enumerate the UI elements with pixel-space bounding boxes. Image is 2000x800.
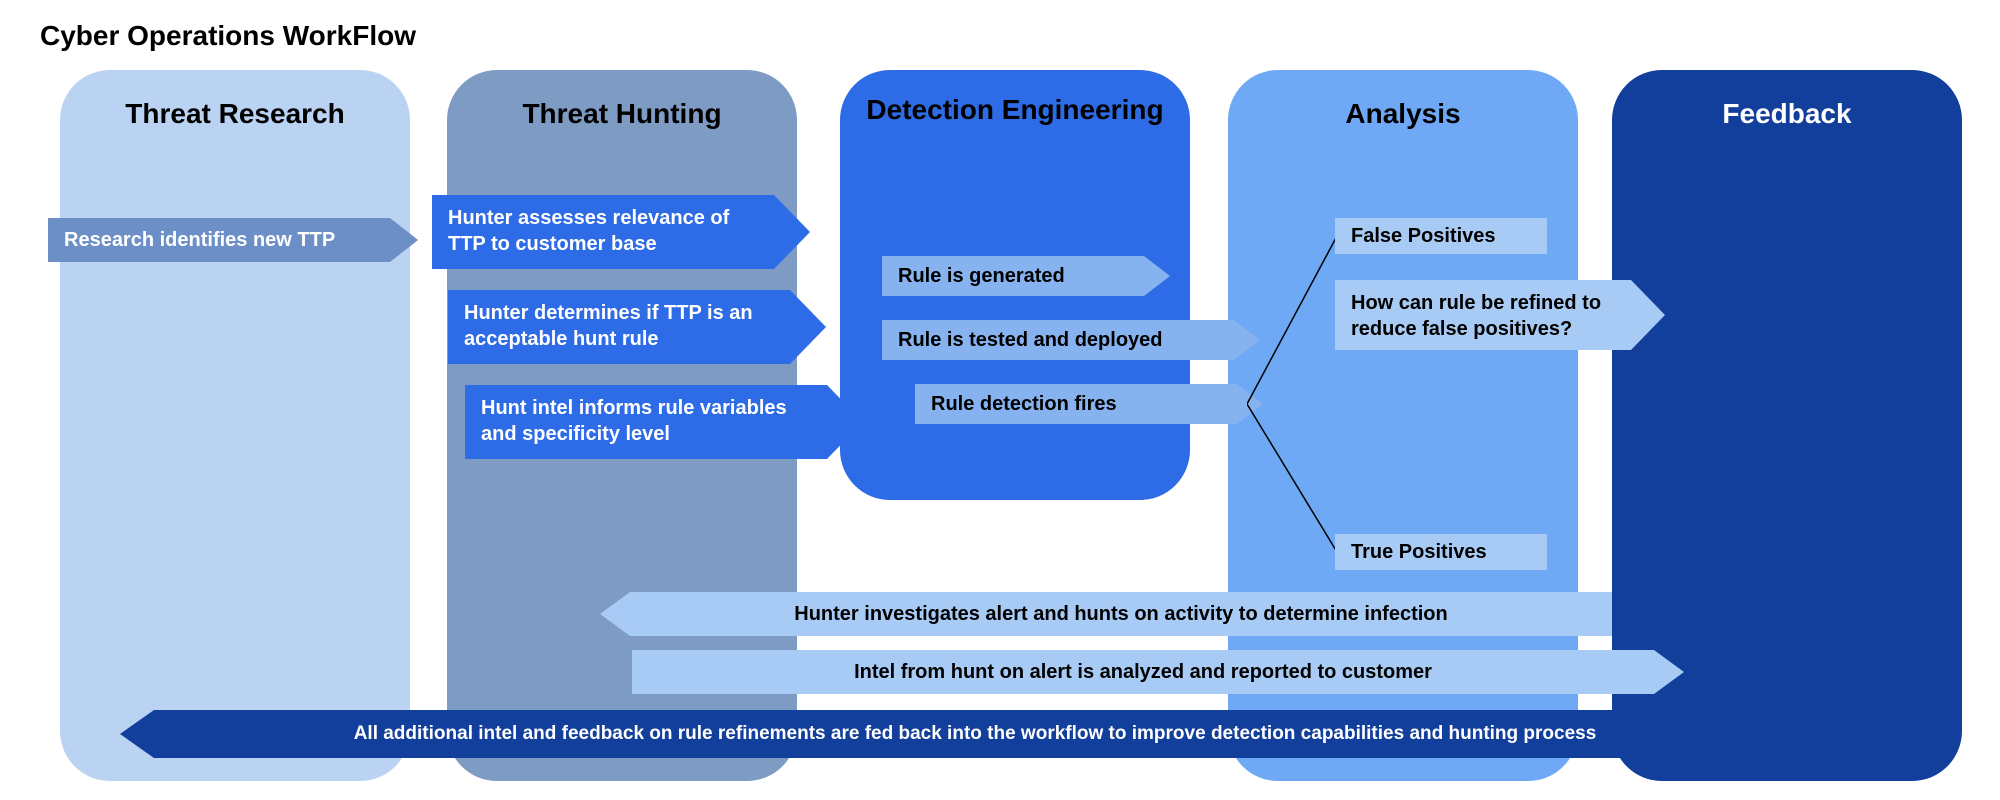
step-rule-fires: Rule detection fires — [915, 384, 1263, 424]
step-refine-rule: How can rule be refined to reduce false … — [1335, 280, 1665, 350]
step-hunter-determines-acceptable: Hunter determines if TTP is an acceptabl… — [448, 290, 826, 364]
step-hunter-assesses-relevance: Hunter assesses relevance of TTP to cust… — [432, 195, 810, 269]
step-hunt-intel-informs: Hunt intel informs rule variables and sp… — [465, 385, 863, 459]
col-header-feedback: Feedback — [1612, 70, 1962, 130]
step-rule-tested: Rule is tested and deployed — [882, 320, 1260, 360]
step-feedback-loop: All additional intel and feedback on rul… — [120, 710, 1796, 758]
step-intel-analyzed: Intel from hunt on alert is analyzed and… — [632, 650, 1684, 694]
step-rule-generated: Rule is generated — [882, 256, 1170, 296]
step-research-identifies-ttp: Research identifies new TTP — [48, 208, 418, 272]
diagram-title: Cyber Operations WorkFlow — [40, 20, 416, 52]
step-hunter-investigates: Hunter investigates alert and hunts on a… — [600, 592, 1612, 636]
col-header-research: Threat Research — [60, 70, 410, 130]
col-header-hunting: Threat Hunting — [447, 70, 797, 130]
col-header-detection: Detection Engineering — [840, 70, 1190, 127]
col-threat-research: Threat Research — [60, 70, 410, 781]
col-header-analysis: Analysis — [1228, 70, 1578, 130]
step-true-positives: True Positives — [1335, 534, 1547, 570]
connector-rule-to-tp — [1247, 404, 1367, 554]
workflow-diagram: Cyber Operations WorkFlow Threat Researc… — [0, 0, 2000, 800]
step-false-positives: False Positives — [1335, 218, 1547, 254]
